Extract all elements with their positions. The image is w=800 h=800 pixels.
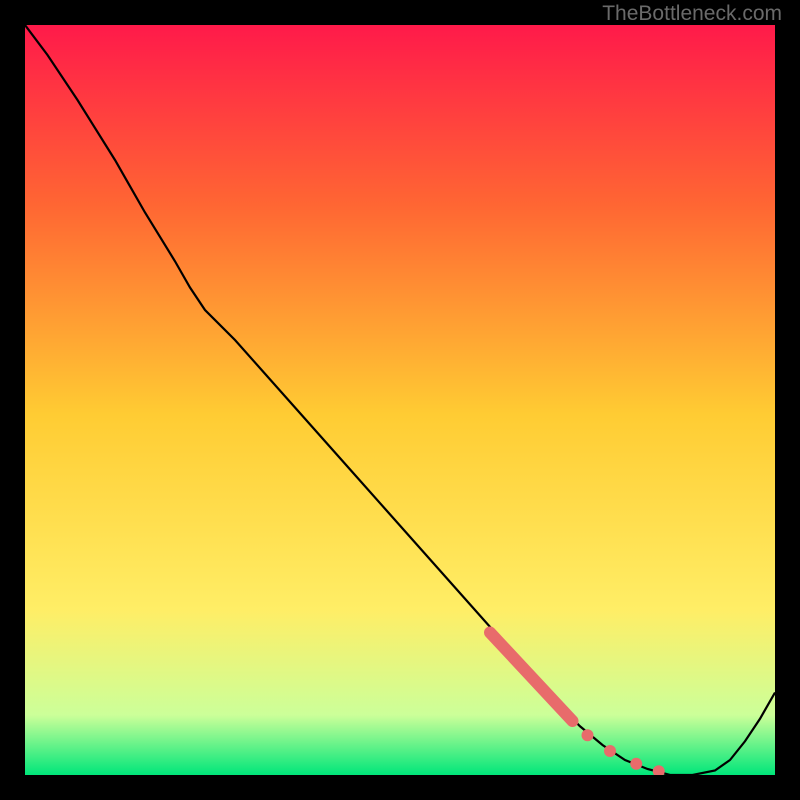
highlight-dot	[653, 765, 665, 775]
watermark-text: TheBottleneck.com	[602, 2, 782, 26]
bottleneck-curve-path	[25, 25, 775, 775]
chart-container	[25, 25, 775, 775]
highlight-dot	[604, 745, 616, 757]
highlight-dot	[582, 729, 594, 741]
highlight-segment	[490, 633, 573, 722]
plot-group	[25, 25, 775, 775]
curve-overlay	[25, 25, 775, 775]
highlight-dot	[630, 758, 642, 770]
